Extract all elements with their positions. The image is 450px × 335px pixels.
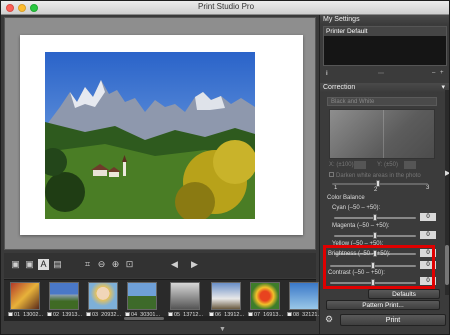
add-setting-icon[interactable]: + — [440, 70, 444, 76]
fit-icon[interactable]: ⊡ — [124, 259, 135, 270]
title-bar: Print Studio Pro — [1, 1, 449, 15]
thumbnail-item[interactable]: 07_16913... — [248, 282, 283, 320]
thumbnail-image — [10, 282, 40, 310]
panel-toggle-icon[interactable]: ▶ — [445, 169, 449, 177]
my-settings-header: My Settings — [320, 15, 449, 25]
highlight-box — [323, 245, 435, 289]
thumbnail-item[interactable]: 06_13912... — [209, 282, 244, 320]
thumbnail-image — [250, 282, 280, 310]
app-window: Print Studio Pro ▣ ▣ A ▤ ⌗ ⊖ ⊕ ⊡ ◀ ▶ 01_… — [0, 0, 450, 335]
thumbnail-image — [289, 282, 319, 310]
thumbnail-strip: 01_13002... 02_13913... 03_20932... 04_3… — [4, 279, 322, 321]
color-balance-label: Color Balance — [327, 195, 365, 201]
panel-scrollbar[interactable] — [445, 90, 449, 295]
next-page-icon[interactable]: ▶ — [189, 259, 200, 270]
print-button[interactable]: Print — [340, 314, 446, 326]
window-title: Print Studio Pro — [197, 2, 255, 11]
preview-photo[interactable] — [45, 52, 255, 219]
thumbnail-item[interactable]: 03_20932... — [86, 282, 121, 320]
scale-label-2: 2 — [374, 187, 378, 193]
text-icon[interactable]: A — [38, 259, 49, 270]
tone-adjust-area[interactable] — [329, 109, 435, 159]
pattern-print-button[interactable]: Pattern Print... — [326, 300, 440, 310]
magenta-slider-knob[interactable] — [373, 232, 377, 239]
scale-label-1: 1 — [334, 185, 338, 191]
zoom-in-icon[interactable]: ⊕ — [110, 259, 121, 270]
defaults-button[interactable]: Defaults — [368, 289, 440, 299]
thumbnail-scrollbar[interactable] — [4, 316, 316, 321]
zoom-out-icon[interactable]: ⊖ — [96, 259, 107, 270]
correction-header: Correction ▾ — [320, 83, 449, 93]
cyan-slider-knob[interactable] — [373, 214, 377, 221]
my-settings-item[interactable]: Printer Default — [324, 27, 446, 36]
thumbnail-image — [170, 282, 200, 310]
preview-toolbar: ▣ ▣ A ▤ ⌗ ⊖ ⊕ ⊡ ◀ ▶ — [4, 253, 316, 278]
expand-handle-icon[interactable]: ▼ — [219, 326, 231, 334]
settings-gear-icon[interactable]: ⚙ — [325, 314, 333, 325]
thumbnail-item[interactable]: 02_13913... — [47, 282, 82, 320]
thumbnail-item[interactable]: 01_13002... — [8, 282, 43, 320]
thumbnail-image — [88, 282, 118, 310]
my-settings-tools: i ⋯ – + — [320, 70, 449, 80]
magenta-value-field[interactable]: 0 — [420, 231, 436, 239]
previous-page-icon[interactable]: ◀ — [169, 259, 180, 270]
rotate-right-icon[interactable]: ▣ — [24, 259, 35, 270]
info-icon[interactable]: i — [326, 71, 328, 77]
x-value-label: X: (±100) — [329, 162, 354, 168]
crop-icon[interactable]: ⌗ — [82, 259, 93, 270]
cyan-label: Cyan (–50 – +50): — [332, 205, 381, 211]
mode-select[interactable]: Black and White — [327, 97, 437, 106]
magenta-label: Magenta (–50 – +50): — [332, 223, 390, 229]
darken-checkbox-label[interactable]: Darken white areas in the photo — [329, 172, 421, 179]
cyan-slider[interactable] — [334, 214, 416, 221]
print-preview-area — [4, 17, 316, 250]
my-settings-list: Printer Default — [323, 26, 447, 66]
drag-handle-icon[interactable]: ⋯ — [378, 70, 384, 77]
thumbnail-image — [49, 282, 79, 310]
thumbnail-item[interactable]: 05_13712... — [168, 282, 203, 320]
thumbnail-item[interactable]: 04_30301... — [125, 282, 160, 320]
scale-label-3: 3 — [426, 185, 430, 191]
rotate-left-icon[interactable]: ▣ — [10, 259, 21, 270]
cyan-value-field[interactable]: 0 — [420, 213, 436, 221]
y-value-label: Y: (±50) — [377, 162, 398, 168]
thumbnail-image — [211, 282, 241, 310]
remove-setting-icon[interactable]: – — [432, 70, 435, 76]
thumbnail-item[interactable]: 08_32121... — [287, 282, 322, 320]
thumbnail-image — [127, 282, 157, 310]
correction-title: Correction — [323, 84, 356, 91]
y-value-field[interactable] — [404, 161, 416, 169]
scrollbar-thumb[interactable] — [124, 317, 164, 320]
layout-icon[interactable]: ▤ — [52, 259, 63, 270]
darken-slider[interactable] — [332, 180, 428, 187]
magenta-slider[interactable] — [334, 232, 416, 239]
scrollbar-thumb[interactable] — [445, 245, 449, 285]
x-value-field[interactable] — [354, 161, 366, 169]
